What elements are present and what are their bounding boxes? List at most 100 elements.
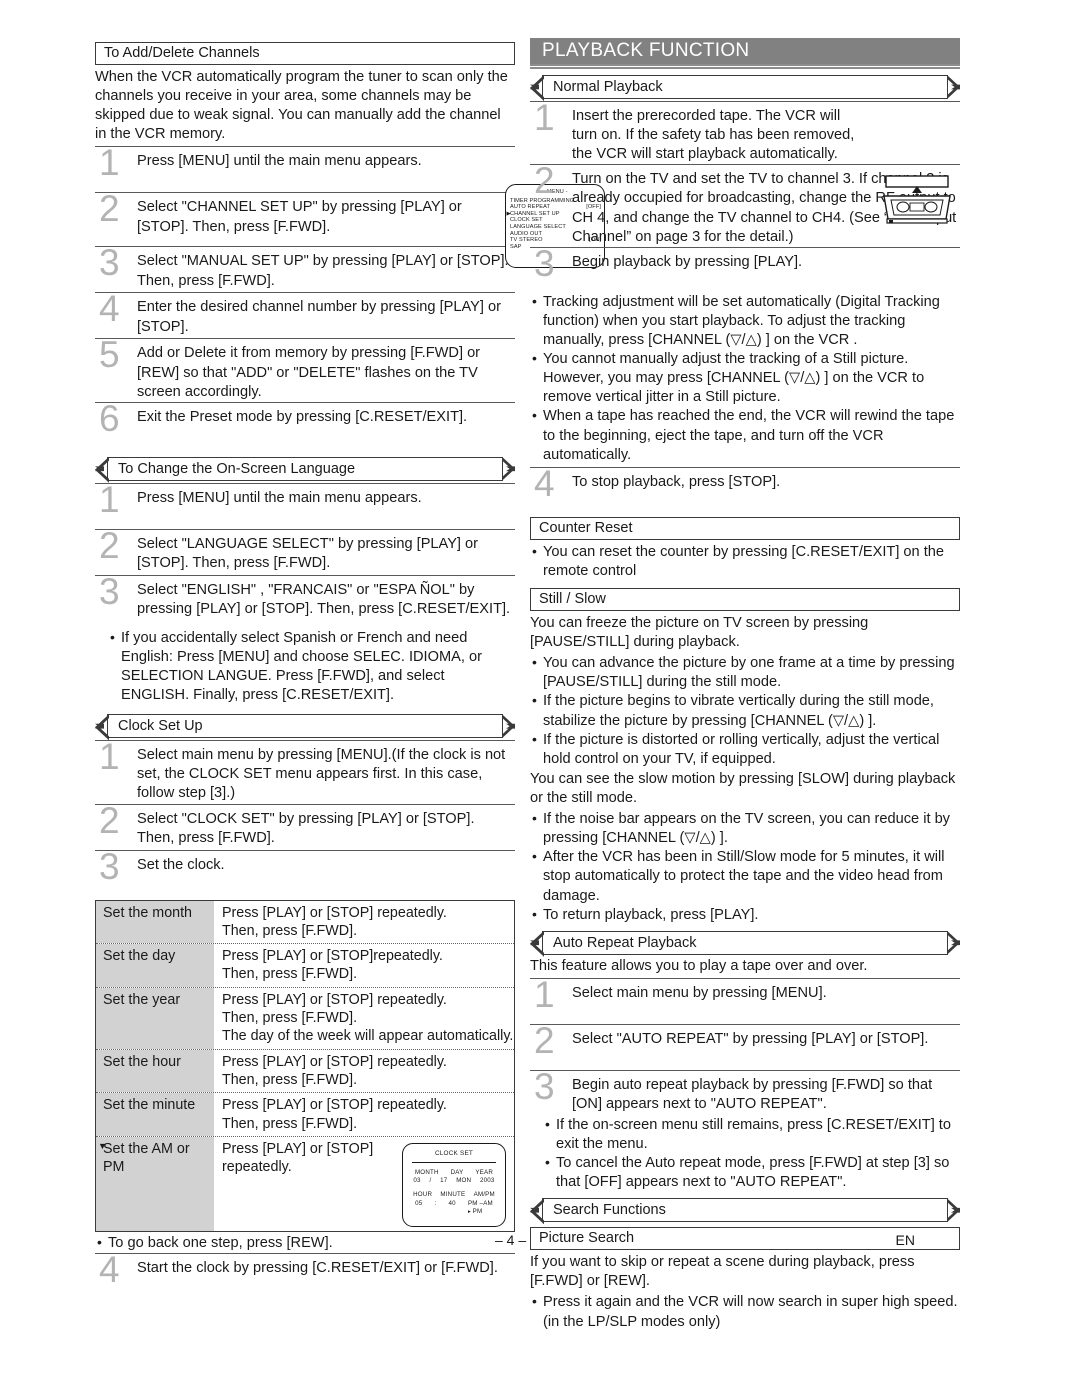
- counter-reset-bullets: You can reset the counter by pressing [C…: [530, 542, 960, 581]
- osd-ampm-top: PM –AM: [467, 1199, 493, 1207]
- row-marker-icon: ▼: [98, 1140, 107, 1151]
- row-label: Set the day: [96, 944, 214, 987]
- list-item: When a tape has reached the end, the VCR…: [530, 406, 960, 464]
- osd-row-label: SAP: [510, 243, 522, 250]
- row-label: Set the AM or PM: [96, 1136, 214, 1231]
- auto-repeat-intro: This feature allows you to play a tape o…: [530, 957, 868, 974]
- osd-value-day: 17: [440, 1177, 448, 1185]
- list-item: You can reset the counter by pressing [C…: [530, 542, 960, 581]
- list-item: If the on-screen menu still remains, pre…: [530, 1115, 960, 1154]
- clock-set-osd-graphic: CLOCK SET MONTH DAY YEAR 03 / 17 MON 200…: [402, 1142, 506, 1227]
- step-text: Select "ENGLISH" , "FRANCAIS" or "ESPA Ñ…: [137, 581, 511, 617]
- step: 4 To stop playback, press [STOP].: [530, 462, 960, 513]
- step: 4 Enter the desired channel number by pr…: [95, 288, 515, 338]
- section-ribbon-auto-repeat: Auto Repeat Playback: [530, 930, 960, 955]
- step-number: 1: [99, 142, 120, 184]
- row-label: Set the month: [96, 900, 214, 944]
- step: 2 Select "CHANNEL SET UP" by pressing [P…: [95, 188, 515, 246]
- step-number: 2: [534, 1019, 555, 1061]
- osd-label-month: MONTH: [414, 1168, 439, 1176]
- table-row: Set the day Press [PLAY] or [STOP]repeat…: [96, 944, 514, 988]
- step: 1 Select main menu by pressing [MENU].: [530, 973, 960, 1024]
- row-value: Press [PLAY] or [STOP] repeatedly. Then,…: [222, 991, 514, 1045]
- step-text: Select main menu by pressing [MENU].: [572, 984, 827, 1001]
- step-number: 4: [534, 462, 555, 504]
- osd-date-header: MONTH DAY YEAR: [403, 1169, 505, 1176]
- add-delete-intro: When the VCR automatically program the t…: [95, 69, 508, 143]
- manual-page: To Add/Delete Channels When the VCR auto…: [0, 0, 1080, 1397]
- step-text: Exit the Preset mode by pressing [C.RESE…: [137, 408, 468, 425]
- clock-final-step: 4 Start the clock by pressing [C.RESET/E…: [95, 1248, 515, 1299]
- step-number: 2: [99, 188, 120, 230]
- auto-repeat-bullets: If the on-screen menu still remains, pre…: [530, 1115, 960, 1192]
- osd-sep-colon: :: [434, 1199, 437, 1207]
- section-ribbon-normal-playback: Normal Playback: [530, 75, 960, 99]
- osd-label-day: DAY: [450, 1168, 464, 1176]
- picture-search-bullets: Press it again and the VCR will now sear…: [530, 1292, 960, 1331]
- right-column: PLAYBACK FUNCTION Normal Playback 1 Inse…: [530, 38, 960, 1332]
- vhs-cassette-icon: [883, 175, 951, 224]
- osd-divider: [412, 1161, 496, 1163]
- auto-repeat-steps: 1 Select main menu by pressing [MENU]. 2…: [530, 973, 960, 1116]
- step: 5 Add or Delete it from memory by pressi…: [95, 336, 515, 401]
- step-text: Press [MENU] until the main menu appears…: [137, 489, 422, 506]
- chapter-divider: [530, 64, 960, 69]
- list-item: Press it again and the VCR will now sear…: [530, 1292, 960, 1331]
- step-number: 4: [99, 1248, 120, 1290]
- still-slow-bullets-1: You can advance the picture by one frame…: [530, 653, 960, 769]
- step-number: 1: [99, 736, 120, 778]
- osd-date-values: 03 / 17 MON 2003: [403, 1177, 505, 1184]
- row-value: Press [PLAY] or [STOP]repeatedly. Then, …: [222, 948, 443, 983]
- still-slow-intro: You can freeze the picture on TV screen …: [530, 614, 869, 651]
- step: 1 Press [MENU] until the main menu appea…: [95, 478, 515, 529]
- step-text: Set the clock.: [137, 856, 225, 873]
- step-number: 3: [534, 1065, 555, 1107]
- step-text: Begin playback by pressing [PLAY].: [572, 253, 803, 270]
- ribbon-label: Auto Repeat Playback: [553, 934, 697, 951]
- list-item: You can advance the picture by one frame…: [530, 653, 960, 692]
- osd-time-header: HOUR MINUTE AM/PM: [403, 1191, 505, 1198]
- section-heading-add-delete: To Add/Delete Channels: [95, 42, 515, 65]
- step-number: 1: [534, 97, 555, 138]
- osd-time-values: 05 : 40 PM –AM ▸ PM: [403, 1200, 505, 1216]
- step: 3 Begin playback by pressing [PLAY].: [530, 242, 960, 293]
- row-label: Set the hour: [96, 1049, 214, 1093]
- step-number: 3: [534, 242, 555, 284]
- section-heading-still-slow: Still / Slow: [530, 587, 960, 611]
- list-item: Tracking adjustment will be set automati…: [530, 292, 960, 350]
- step-text: Insert the prerecorded tape. The VCR wil…: [572, 108, 855, 163]
- list-item: If the noise bar appears on the TV scree…: [530, 809, 960, 848]
- osd-value-month: 03: [413, 1177, 421, 1185]
- row-label: Set the year: [96, 987, 214, 1049]
- still-slow-bullets-2: If the noise bar appears on the TV scree…: [530, 809, 960, 925]
- step: 3 Select "ENGLISH" , "FRANCAIS" or "ESPA…: [95, 573, 515, 629]
- row-value: Press [PLAY] or [STOP] repeatedly. Then,…: [222, 1053, 447, 1088]
- section-ribbon-clock: Clock Set Up: [95, 714, 515, 739]
- slow-motion-intro: You can see the slow motion by pressing …: [530, 770, 956, 806]
- step-text: Select "AUTO REPEAT" by pressing [PLAY] …: [572, 1030, 929, 1047]
- step: 3 Select "MANUAL SET UP" by pressing [PL…: [95, 242, 515, 292]
- step-text: Select main menu by pressing [MENU].(If …: [137, 747, 506, 802]
- table-row: Set the minute Press [PLAY] or [STOP] re…: [96, 1093, 514, 1137]
- step-text: Begin auto repeat playback by pressing […: [572, 1076, 933, 1112]
- add-delete-steps: 1 Press [MENU] until the main menu appea…: [95, 142, 515, 448]
- osd-value-year: 2003: [480, 1177, 495, 1185]
- page-number: – 4 –: [495, 1232, 527, 1248]
- ribbon-label: Clock Set Up: [118, 718, 203, 735]
- normal-playback-bullets: Tracking adjustment will be set automati…: [530, 292, 960, 465]
- step-number: 4: [99, 288, 120, 330]
- table-row: Set the hour Press [PLAY] or [STOP] repe…: [96, 1049, 514, 1094]
- step-text: To stop playback, press [STOP].: [572, 473, 781, 490]
- step-number: 3: [99, 242, 120, 284]
- list-item: If the picture is distorted or rolling v…: [530, 730, 960, 769]
- step-number: 1: [534, 973, 555, 1015]
- ribbon-label: Search Functions: [553, 1202, 666, 1219]
- osd-label-minute: MINUTE: [440, 1191, 466, 1199]
- step: 4 Start the clock by pressing [C.RESET/E…: [95, 1248, 515, 1299]
- step: 6 Exit the Preset mode by pressing [C.RE…: [95, 400, 515, 448]
- ribbon-label: Normal Playback: [553, 79, 663, 95]
- step-number: 1: [99, 478, 120, 520]
- row-value: Press [PLAY] or [STOP] repeatedly. Then,…: [222, 1097, 447, 1132]
- list-item: After the VCR has been in Still/Slow mod…: [530, 847, 960, 905]
- step-number: 2: [534, 160, 555, 202]
